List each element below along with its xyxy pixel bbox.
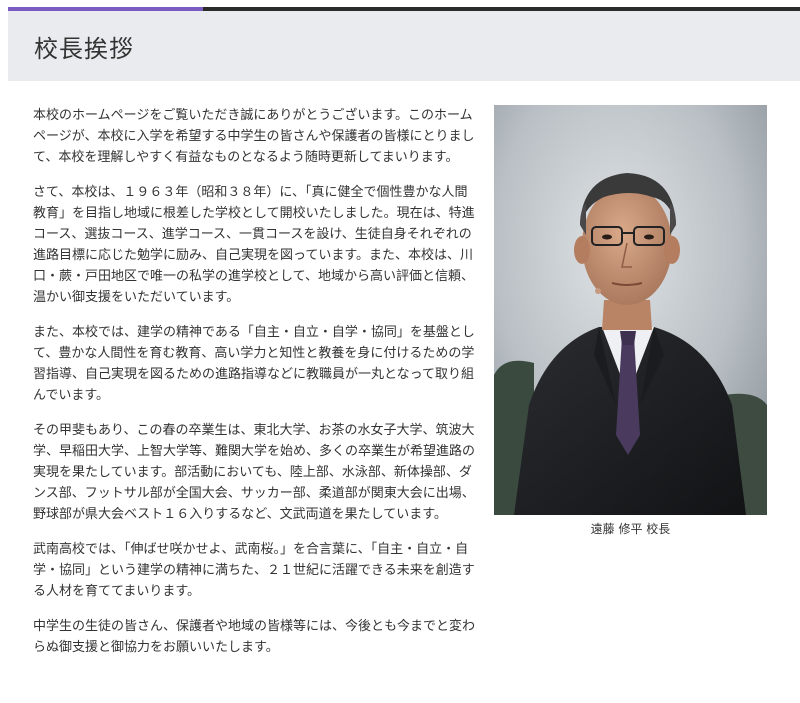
paragraph: その甲斐もあり、この春の卒業生は、東北大学、お茶の水女子大学、筑波大学、早稲田大…: [33, 423, 476, 522]
paragraph: また、本校では、建学の精神である「自主・自立・自学・協同」を基盤として、豊かな人…: [33, 325, 475, 403]
paragraph: 中学生の生徒の皆さん、保護者や地域の皆様等には、今後とも今までと変わらぬ御支援と…: [33, 619, 476, 655]
page-title: 校長挨拶: [34, 35, 134, 63]
photo-caption: 遠藤 修平 校長: [590, 522, 671, 536]
paragraph: 本校のホームページをご覧いただき誠にありがとうございます。このホームページが、本…: [33, 108, 475, 165]
message-content: 本校のホームページをご覧いただき誠にありがとうございます。このホームページが、本…: [33, 105, 475, 672]
paragraph: さて、本校は、１９６３年（昭和３８年）に、「真に健全で個性豊かな人間教育」を目指…: [33, 185, 475, 305]
paragraph: 武南高校では、「伸ばせ咲かせよ、武南桜。」を合言葉に、「自主・自立・自学・協同」…: [33, 542, 475, 599]
page-header: 校長挨拶: [8, 11, 800, 81]
principal-photo: [494, 105, 767, 515]
